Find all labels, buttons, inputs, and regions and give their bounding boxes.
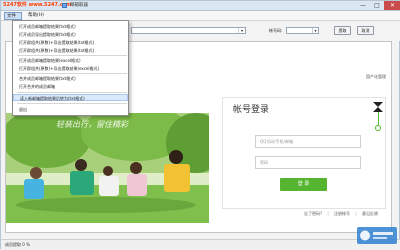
feedback-link[interactable]: 意见反馈 bbox=[362, 211, 378, 216]
login-button[interactable]: 登 录 bbox=[280, 178, 327, 191]
password-input[interactable]: 密码 bbox=[255, 156, 361, 169]
qr-code-icon[interactable] bbox=[373, 102, 383, 112]
hero-photo: 轻装出行，留住精彩 bbox=[6, 113, 209, 223]
url-combobox[interactable]: ▾ bbox=[131, 27, 246, 34]
login-links: 忘了密码? | 注册帐号 | 意见反馈 bbox=[304, 211, 382, 217]
cancel-button[interactable]: 取消 bbox=[357, 26, 374, 35]
status-text: 成员提取 0 % bbox=[5, 242, 30, 247]
account-combobox[interactable]: ▾ bbox=[286, 27, 319, 34]
site-logo bbox=[357, 227, 397, 244]
register-link[interactable]: 注册帐号 bbox=[334, 211, 350, 216]
extract-button[interactable]: 提取 bbox=[334, 26, 351, 35]
menu-item-open-member-email-txt[interactable]: 打开成员邮箱提取结果(txt格式) bbox=[13, 23, 128, 30]
menu-separator bbox=[17, 73, 127, 74]
menu-separator bbox=[17, 103, 127, 104]
chevron-down-icon[interactable]: ▾ bbox=[238, 28, 245, 33]
top-link[interactable]: 国产化管理 bbox=[366, 74, 386, 80]
badge-dot bbox=[375, 125, 381, 131]
login-title: 帐号登录 bbox=[233, 105, 270, 115]
hero-tagline: 轻装出行，留住精彩 bbox=[56, 120, 128, 129]
menu-item-open-member-email-excel[interactable]: 打开成员邮箱提取结果(excel格式) bbox=[13, 57, 128, 64]
username-input[interactable]: QQ号码/手机/邮箱 bbox=[255, 135, 361, 148]
app-window: 5247软件 www.5247.com 邮箱取器 — □ ✕ 文件(F) 帮助(… bbox=[0, 0, 400, 250]
minimize-button[interactable]: — bbox=[356, 1, 370, 10]
maximize-button[interactable]: □ bbox=[370, 1, 384, 10]
title-bar: 5247软件 www.5247.com 邮箱取器 — □ ✕ bbox=[1, 1, 400, 11]
menu-item-open-merged-email[interactable]: 打开合并的成员邮箱 bbox=[13, 83, 128, 90]
menu-help[interactable]: 帮助(H) bbox=[26, 12, 46, 20]
window-title: 邮箱取器 bbox=[70, 3, 88, 8]
menu-separator bbox=[17, 55, 127, 56]
menu-item-merge-member-email[interactable]: 合并成员邮箱提取结果(txt格式) bbox=[13, 75, 128, 82]
badge-line bbox=[378, 112, 379, 126]
menu-item-open-member-export-txt[interactable]: 打开成员导出提取结果(txt格式) bbox=[13, 31, 128, 38]
account-label: 帐号码: bbox=[269, 28, 283, 33]
close-button[interactable]: ✕ bbox=[384, 1, 400, 10]
menu-item-convert-txt[interactable]: 读入新邮箱提取结果后转为(txt格式) bbox=[13, 94, 128, 101]
menu-item-open-group-export-txt[interactable]: 打开群组共(原数)+导出提取结果(txt格式) bbox=[13, 39, 128, 46]
menu-item-open-group-export-excel[interactable]: 打开群组共(原数)+导出提取结果(excel格式) bbox=[13, 65, 128, 72]
link-separator: | bbox=[355, 211, 357, 216]
menu-separator bbox=[17, 92, 127, 93]
menu-item-open-group-export-txt-2[interactable]: 打开群组共(原数)+导出提取结果(txt格式) bbox=[13, 47, 128, 54]
chevron-down-icon[interactable]: ▾ bbox=[312, 28, 318, 33]
menu-file[interactable]: 文件(F) bbox=[4, 12, 22, 27]
link-separator: | bbox=[327, 211, 329, 216]
file-menu-dropdown: 打开成员邮箱提取结果(txt格式) 打开成员导出提取结果(txt格式) 打开群组… bbox=[12, 20, 129, 116]
app-icon bbox=[62, 3, 67, 8]
forgot-password-link[interactable]: 忘了密码? bbox=[304, 211, 322, 216]
status-bar: 成员提取 0 % bbox=[1, 239, 400, 250]
login-panel: 帐号登录 QQ号码/手机/邮箱 密码 登 录 bbox=[222, 97, 386, 209]
menu-item-exit[interactable]: 退出 bbox=[13, 106, 128, 113]
